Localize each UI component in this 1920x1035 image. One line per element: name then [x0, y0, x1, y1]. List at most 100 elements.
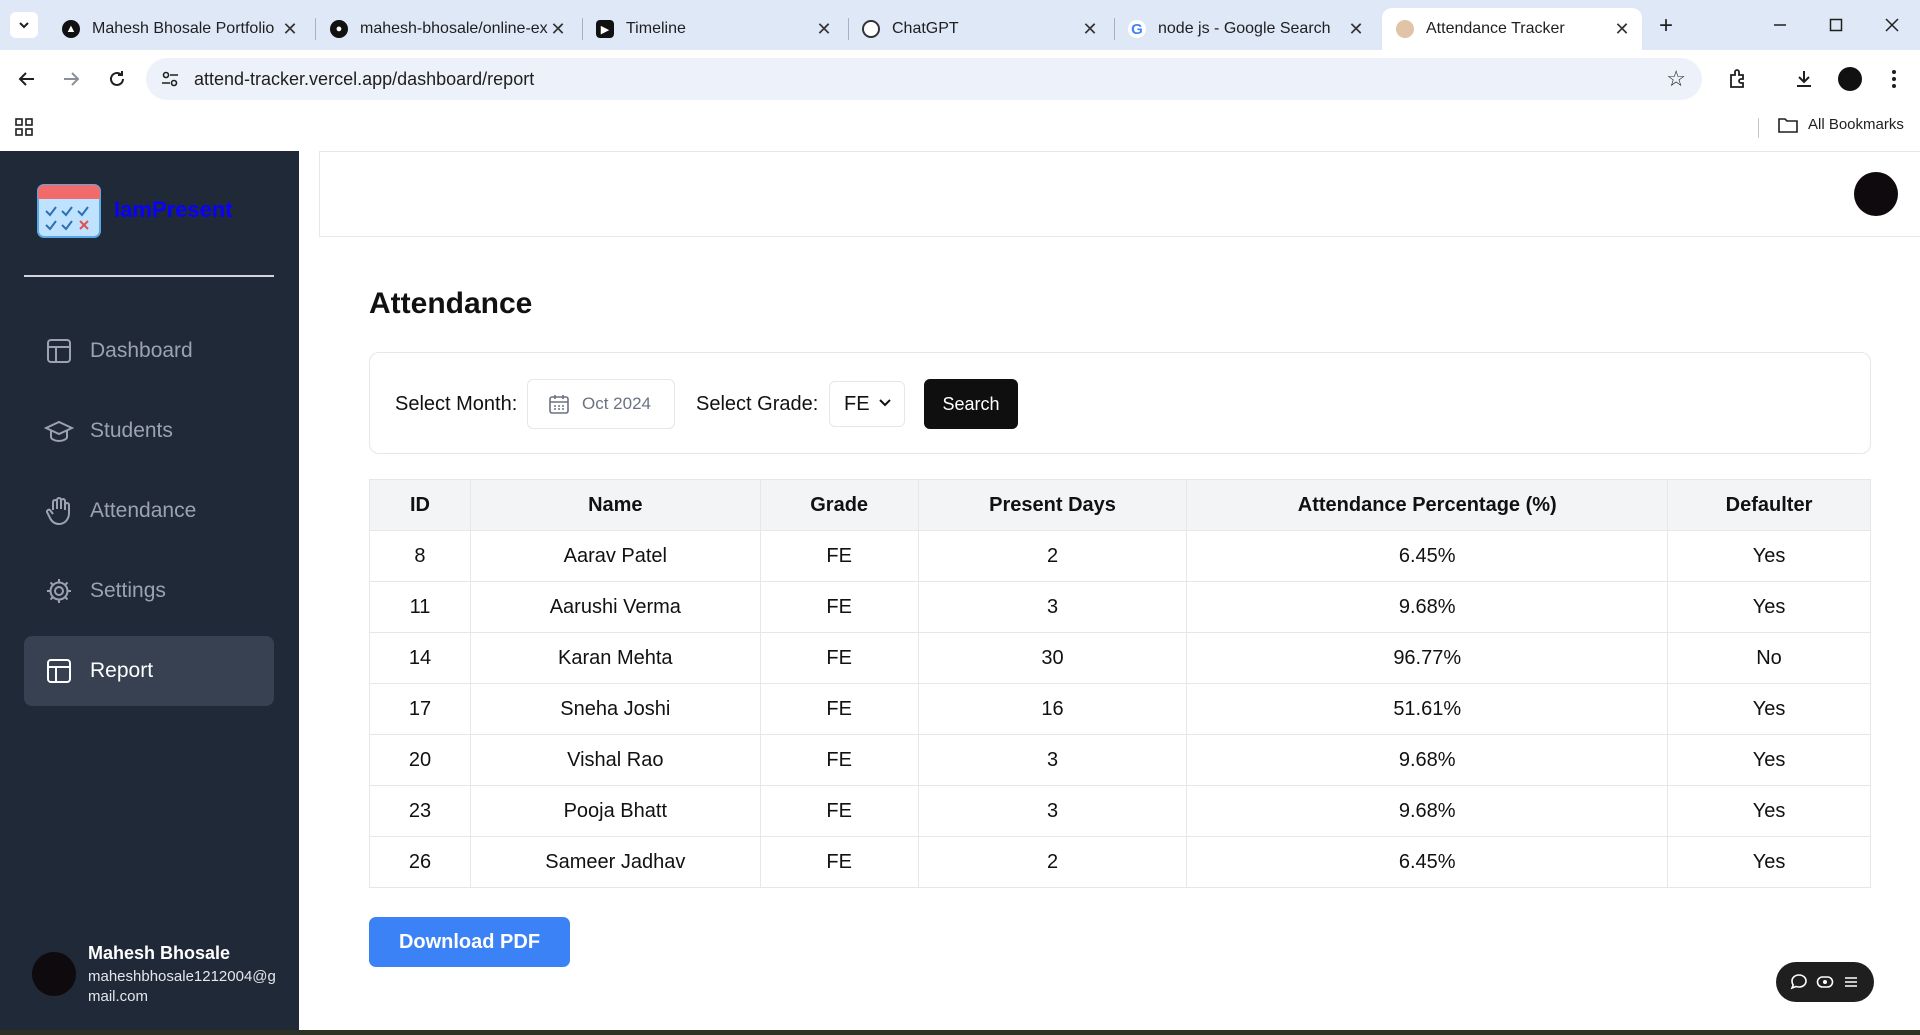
tab-title: node js - Google Search	[1158, 20, 1331, 37]
maximize-button[interactable]	[1816, 10, 1856, 40]
cell-name: Sameer Jadhav	[469, 836, 761, 888]
forward-button[interactable]	[56, 64, 86, 94]
cell-id: 26	[369, 836, 471, 888]
cell-defaulter: Yes	[1667, 734, 1871, 786]
sidebar-item-report[interactable]: Report	[24, 636, 274, 706]
minimize-button[interactable]	[1760, 10, 1800, 40]
filter-card: Select Month: Oct 2024 Select Grade: FE …	[369, 352, 1871, 454]
reload-button[interactable]	[102, 64, 132, 94]
site-settings-icon[interactable]	[160, 69, 180, 89]
cell-name: Aarushi Verma	[469, 581, 761, 633]
browser-menu-button[interactable]	[1878, 63, 1910, 95]
cell-name: Vishal Rao	[469, 734, 761, 786]
browser-tab-timeline[interactable]: ▶ Timeline ✕	[582, 8, 844, 50]
cell-present-days: 16	[917, 683, 1188, 735]
extensions-button[interactable]	[1722, 63, 1754, 95]
month-picker[interactable]: Oct 2024	[527, 379, 675, 429]
grade-value: FE	[844, 392, 870, 415]
cell-defaulter: Yes	[1667, 836, 1871, 888]
close-icon[interactable]: ✕	[1080, 19, 1100, 39]
browser-tab-attendance-tracker[interactable]: Attendance Tracker ✕	[1382, 8, 1642, 50]
browser-tab-chatgpt[interactable]: ChatGPT ✕	[848, 8, 1110, 50]
cell-name: Sneha Joshi	[469, 683, 761, 735]
close-window-button[interactable]	[1872, 10, 1912, 40]
sidebar-item-settings[interactable]: Settings	[24, 556, 274, 626]
menu-lines-icon[interactable]	[1842, 973, 1860, 991]
cell-grade: FE	[759, 683, 919, 735]
cell-grade: FE	[759, 836, 919, 888]
browser-tab-strip: ▲ Mahesh Bhosale Portfolio ✕ ● mahesh-bh…	[0, 0, 1920, 50]
cell-grade: FE	[759, 785, 919, 837]
address-bar[interactable]: attend-tracker.vercel.app/dashboard/repo…	[146, 58, 1702, 100]
column-header-id: ID	[369, 479, 471, 531]
floating-toolbar[interactable]	[1776, 962, 1874, 1002]
bookmarks-divider	[1758, 118, 1759, 138]
browser-tab-github[interactable]: ● mahesh-bhosale/online-ex ✕	[316, 8, 578, 50]
sidebar-item-students[interactable]: Students	[24, 396, 274, 466]
top-header	[319, 151, 1920, 237]
calendar-logo-icon[interactable]	[36, 181, 102, 239]
new-tab-button[interactable]: +	[1652, 12, 1680, 40]
cell-attendance-percentage: 9.68%	[1186, 785, 1669, 837]
eye-icon[interactable]	[1816, 973, 1834, 991]
cell-grade: FE	[759, 530, 919, 582]
tab-title: Mahesh Bhosale Portfolio	[92, 20, 275, 37]
tab-title: mahesh-bhosale/online-ex	[360, 20, 548, 37]
cell-attendance-percentage: 6.45%	[1186, 530, 1669, 582]
google-icon: G	[1128, 20, 1146, 38]
back-button[interactable]	[12, 64, 42, 94]
table-row: 23 Pooja Bhatt FE 3 9.68% Yes	[369, 785, 1871, 837]
cell-id: 11	[369, 581, 471, 633]
grade-select[interactable]: FE	[829, 381, 905, 427]
cell-present-days: 3	[917, 581, 1188, 633]
calendar-icon	[549, 395, 569, 414]
arrow-left-icon	[18, 72, 34, 86]
apps-grid-icon[interactable]	[14, 117, 34, 137]
close-icon[interactable]: ✕	[548, 19, 568, 39]
column-header-attendance-percentage: Attendance Percentage (%)	[1186, 479, 1669, 531]
month-value: Oct 2024	[582, 394, 651, 413]
cell-defaulter: Yes	[1667, 581, 1871, 633]
avatar[interactable]	[32, 952, 76, 996]
column-header-present-days: Present Days	[917, 479, 1188, 531]
sidebar-item-dashboard[interactable]: Dashboard	[24, 316, 274, 386]
close-icon[interactable]: ✕	[1346, 19, 1366, 39]
layout-icon	[44, 336, 74, 366]
cell-attendance-percentage: 9.68%	[1186, 734, 1669, 786]
table-row: 11 Aarushi Verma FE 3 9.68% Yes	[369, 581, 1871, 633]
url-text[interactable]: attend-tracker.vercel.app/dashboard/repo…	[194, 69, 534, 90]
close-icon[interactable]: ✕	[814, 19, 834, 39]
browser-tab-portfolio[interactable]: ▲ Mahesh Bhosale Portfolio ✕	[48, 8, 310, 50]
all-bookmarks-button[interactable]: All Bookmarks	[1778, 116, 1904, 133]
table-header-row: ID Name Grade Present Days Attendance Pe…	[369, 479, 1871, 531]
sidebar-item-label: Report	[90, 659, 154, 682]
browser-tab-google[interactable]: G node js - Google Search ✕	[1114, 8, 1376, 50]
bookmark-star-icon[interactable]: ☆	[1666, 66, 1686, 92]
downloads-button[interactable]	[1788, 63, 1820, 95]
sidebar-item-label: Settings	[90, 579, 166, 602]
cell-present-days: 2	[917, 530, 1188, 582]
tab-title: ChatGPT	[892, 20, 959, 37]
search-button[interactable]: Search	[924, 379, 1018, 429]
download-pdf-button[interactable]: Download PDF	[369, 917, 570, 967]
profile-avatar	[1838, 67, 1862, 91]
close-icon[interactable]: ✕	[1612, 19, 1632, 39]
gear-icon	[44, 576, 74, 606]
cell-defaulter: Yes	[1667, 530, 1871, 582]
profile-button[interactable]	[1834, 63, 1866, 95]
taskbar-edge	[0, 1030, 1920, 1035]
sidebar-item-attendance[interactable]: Attendance	[24, 476, 274, 546]
sidebar-item-label: Dashboard	[90, 339, 193, 362]
tab-search-button[interactable]	[10, 12, 38, 38]
cell-id: 20	[369, 734, 471, 786]
chat-bubble-icon[interactable]	[1790, 973, 1808, 991]
avatar[interactable]	[1854, 172, 1898, 216]
more-vertical-icon	[1892, 70, 1896, 88]
attendance-table-container: ID Name Grade Present Days Attendance Pe…	[369, 479, 1871, 888]
brand-name[interactable]: IamPresent	[114, 197, 233, 223]
cell-present-days: 30	[917, 632, 1188, 684]
cell-id: 8	[369, 530, 471, 582]
column-header-defaulter: Defaulter	[1667, 479, 1871, 531]
arrow-right-icon	[64, 72, 80, 86]
close-icon[interactable]: ✕	[280, 19, 300, 39]
